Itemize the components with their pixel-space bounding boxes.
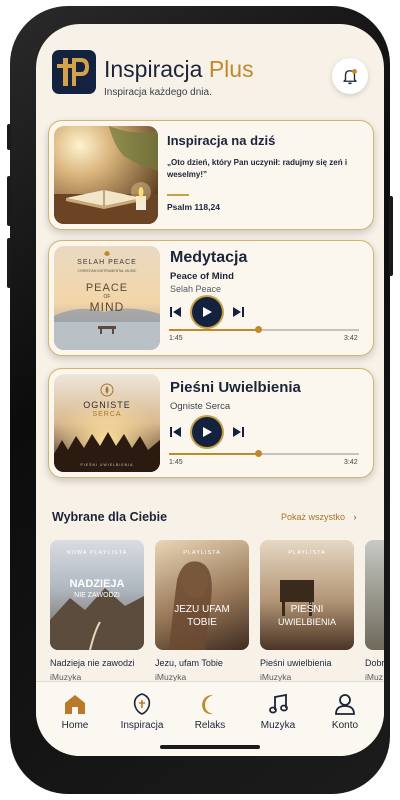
meditation-track: Peace of Mind (170, 271, 234, 282)
playlist-name: Nadzieja nie zawodzi (50, 658, 135, 668)
nav-music-label: Muzyka (260, 720, 296, 731)
power-button (389, 196, 393, 276)
silent-switch (7, 124, 11, 150)
worship-controls (170, 417, 244, 447)
previous-track-icon[interactable] (170, 306, 182, 318)
worship-title: Pieśni Uwielbienia (170, 379, 301, 396)
meditation-artist: Selah Peace (170, 284, 222, 294)
app-screen: Inspiracja Plus Inspiracja każdego dnia. (36, 24, 384, 756)
playlist-tag: NOWA PLAYLISTA (66, 550, 128, 556)
playlist-name: Dobr (365, 658, 384, 668)
meditation-player-card[interactable]: SELAH PEACE CHRISTIAN INSTRUMENTAL MUSIC… (48, 240, 374, 356)
see-all-link[interactable]: Pokaż wszystko › (281, 512, 357, 522)
divider (167, 194, 189, 196)
worship-cover-small: PIEŚNI UWIELBIENIA (80, 463, 134, 467)
app-tagline: Inspiracja każdego dnia. (104, 87, 212, 98)
playlist-name: Jezu, ufam Tobie (155, 658, 223, 668)
play-button[interactable] (192, 417, 222, 447)
app-logo (52, 50, 96, 94)
playlist-tag: PLAYLISTA (183, 550, 221, 556)
meditation-cover-top: SELAH PEACE (77, 259, 137, 266)
daily-reference: Psalm 118,24 (167, 202, 220, 212)
play-icon (203, 307, 212, 317)
playlist-cover-title: PIEŚNI (290, 604, 324, 615)
worship-artist: Ogniste Serca (170, 401, 231, 412)
inspiration-icon (133, 693, 151, 715)
playlist-cover: NOWA PLAYLISTA NADZIEJA NIE ZAWODZI (50, 540, 144, 650)
meditation-cover-small: CHRISTIAN INSTRUMENTAL MUSIC (77, 269, 137, 273)
worship-cover: OGNISTE SERCA PIEŚNI UWIELBIENIA (54, 374, 160, 472)
playlist-cover-title: JEZU UFAM (174, 604, 230, 615)
see-all-label: Pokaż wszystko (281, 512, 346, 522)
meditation-cover: SELAH PEACE CHRISTIAN INSTRUMENTAL MUSIC… (54, 246, 160, 350)
notifications-button[interactable] (332, 58, 368, 94)
recommended-carousel[interactable]: NOWA PLAYLISTA NADZIEJA NIE ZAWODZI Nadz… (50, 540, 384, 690)
play-button[interactable] (192, 297, 222, 327)
chevron-right-icon: › (353, 512, 357, 522)
moon-icon (202, 695, 213, 715)
playlist-card[interactable]: PLAYLISTA JEZU UFAM TOBIE Jezu, ufam Tob… (155, 540, 249, 682)
bible-candle-image (54, 126, 158, 224)
nav-account-label: Konto (331, 720, 359, 731)
play-icon (203, 427, 212, 437)
worship-player-card[interactable]: OGNISTE SERCA PIEŚNI UWIELBIENIA Pieśni … (48, 368, 374, 478)
next-track-icon[interactable] (232, 306, 244, 318)
volume-down-button (7, 238, 11, 288)
previous-track-icon[interactable] (170, 426, 182, 438)
bell-icon (343, 69, 357, 85)
nav-relax[interactable]: Relaks (178, 692, 242, 731)
meditation-cover-word-2: MIND (89, 300, 125, 314)
progress-fill (169, 329, 259, 331)
playlist-cover: PLAYLISTA JEZU UFAM TOBIE (155, 540, 249, 650)
meditation-title: Medytacja (170, 249, 248, 266)
app-title-accent: Plus (208, 56, 254, 82)
daily-quote: „Oto dzień, który Pan uczynił: radujmy s… (167, 158, 348, 179)
meditation-progress-bar[interactable] (169, 326, 359, 333)
nav-relax-label: Relaks (194, 720, 226, 731)
worship-progress-bar[interactable] (169, 450, 359, 457)
nav-home-label: Home (61, 720, 89, 731)
app-header: Inspiracja Plus Inspiracja każdego dnia. (36, 24, 384, 116)
worship-time-current: 1:45 (169, 459, 183, 466)
recommended-title: Wybrane dla Ciebie (52, 510, 168, 524)
progress-knob[interactable] (255, 326, 263, 333)
worship-cover-line-2: SERCA (92, 411, 122, 418)
progress-knob[interactable] (255, 450, 263, 457)
app-title-main: Inspiracja (104, 56, 203, 82)
daily-title: Inspiracja na dziś (167, 133, 276, 148)
home-indicator (160, 745, 260, 749)
meditation-time-current: 1:45 (169, 335, 183, 342)
nav-inspiration[interactable]: Inspiracja (110, 692, 174, 731)
home-icon (65, 695, 85, 714)
app-title: Inspiracja Plus (104, 56, 254, 83)
music-note-icon (269, 693, 288, 714)
playlist-name: Pieśni uwielbienia (260, 658, 332, 668)
worship-cover-line-1: OGNISTE (83, 400, 131, 410)
playlist-tag: PLAYLISTA (288, 550, 326, 556)
daily-inspiration-card[interactable]: Inspiracja na dziś „Oto dzień, który Pan… (48, 120, 374, 230)
meditation-controls (170, 297, 244, 327)
nav-music[interactable]: Muzyka (246, 692, 310, 731)
user-icon (335, 694, 355, 715)
playlist-cover (365, 540, 384, 650)
playlist-cover-subtitle: TOBIE (187, 617, 217, 628)
progress-fill (169, 453, 259, 455)
meditation-cover-word-1: PEACE (85, 282, 129, 294)
playlist-card[interactable]: PLAYLISTA PIEŚNI UWIELBIENIA Pieśni uwie… (260, 540, 354, 682)
playlist-cover-title: NADZIEJA (69, 578, 125, 590)
worship-time-total: 3:42 (344, 459, 358, 466)
volume-up-button (7, 176, 11, 226)
meditation-time-total: 3:42 (344, 335, 358, 342)
next-track-icon[interactable] (232, 426, 244, 438)
playlist-cover-subtitle: NIE ZAWODZI (74, 592, 120, 599)
playlist-cover-subtitle: UWIELBIENIA (277, 617, 336, 627)
nav-inspiration-label: Inspiracja (120, 720, 164, 731)
nav-home[interactable]: Home (43, 692, 107, 731)
nav-account[interactable]: Konto (313, 692, 377, 731)
phone-frame: Inspiracja Plus Inspiracja każdego dnia. (7, 6, 393, 794)
playlist-card[interactable]: Dobr iMuz (365, 540, 384, 682)
playlist-cover: PLAYLISTA PIEŚNI UWIELBIENIA (260, 540, 354, 650)
playlist-card[interactable]: NOWA PLAYLISTA NADZIEJA NIE ZAWODZI Nadz… (50, 540, 144, 682)
